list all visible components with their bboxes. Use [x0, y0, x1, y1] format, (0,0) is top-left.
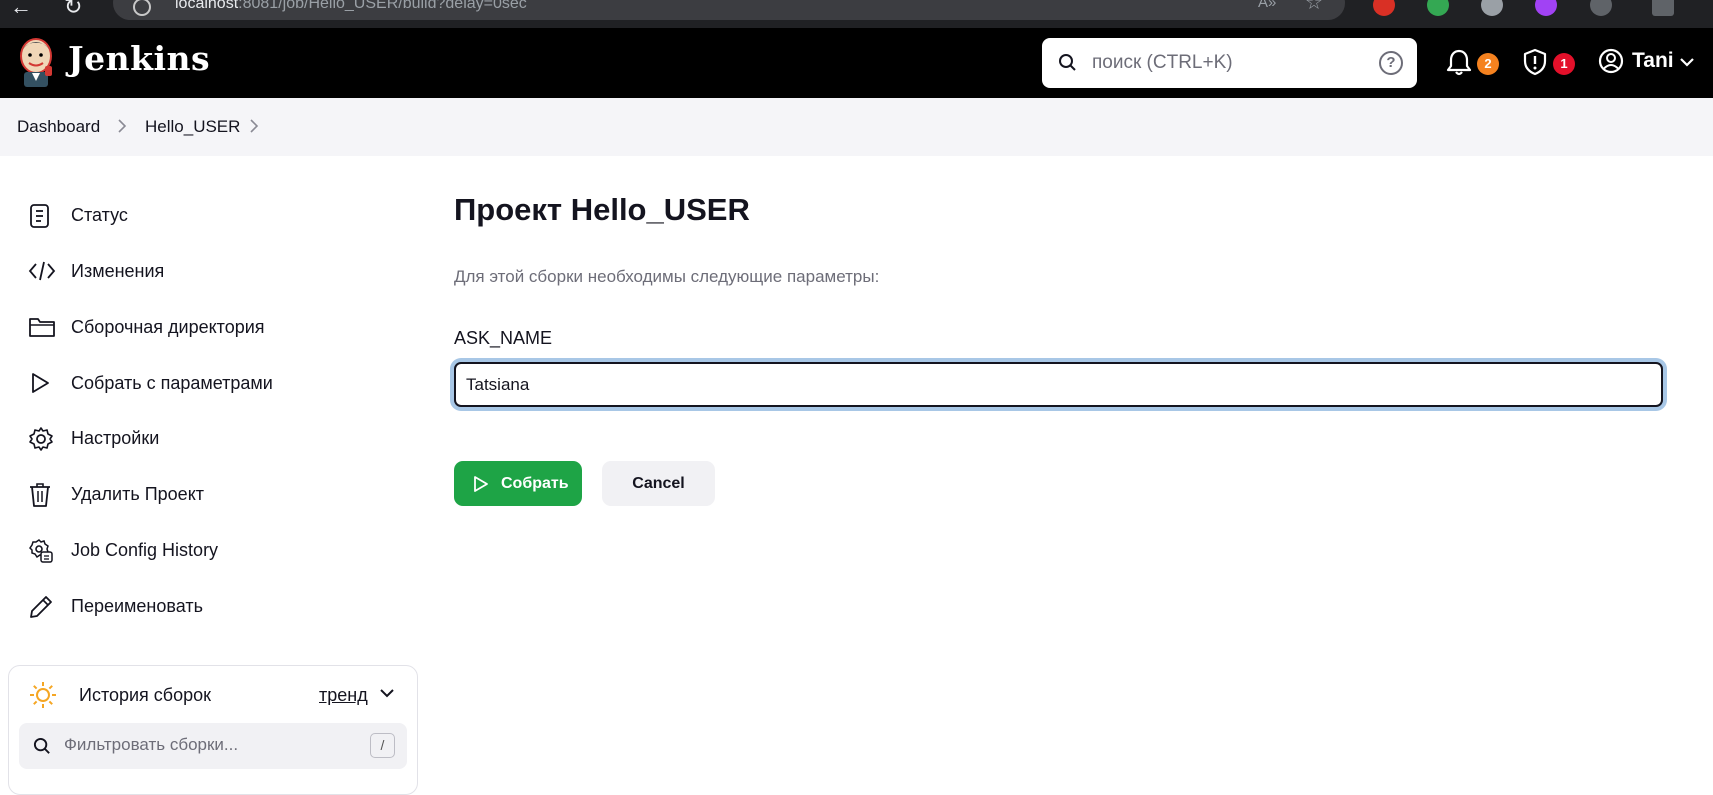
chevron-down-icon[interactable]	[1679, 57, 1695, 67]
breadcrumb: Dashboard Hello_USER	[0, 98, 1713, 156]
sidebar-item-label: Настройки	[71, 428, 160, 448]
trash-icon	[30, 483, 50, 507]
sidebar-item-changes[interactable]: Изменения	[28, 251, 408, 291]
play-icon	[32, 373, 49, 393]
sidebar-item-label: Статус	[71, 205, 128, 225]
extension-red-icon[interactable]	[1373, 0, 1395, 16]
extension-purple-icon[interactable]	[1535, 0, 1557, 16]
notifications-badge: 2	[1477, 53, 1499, 75]
keyboard-shortcut-hint: /	[370, 733, 395, 758]
help-icon[interactable]: ?	[1379, 51, 1403, 75]
sidebar-item-settings[interactable]: Настройки	[28, 418, 408, 458]
gear-icon	[29, 427, 53, 451]
sidebar-item-label: Удалить Проект	[71, 484, 205, 504]
extension-green-shield-icon[interactable]	[1427, 0, 1449, 16]
browser-toolbar: ← ↻ localhost:8081/job/Hello_USER/build?…	[0, 0, 1713, 28]
sidebar-item-label: Изменения	[71, 261, 165, 281]
sidebar-item-label: Job Config History	[71, 540, 219, 560]
build-filter[interactable]: /	[19, 723, 407, 769]
brand-name[interactable]: Jenkins	[68, 39, 210, 78]
chevron-down-icon[interactable]	[379, 688, 395, 698]
search-input[interactable]	[1092, 50, 1362, 76]
jenkins-logo-icon[interactable]	[16, 36, 56, 88]
parameter-name-label: ASK_NAME	[454, 328, 553, 348]
user-avatar-icon[interactable]	[1598, 48, 1624, 74]
sidebar-item-workspace[interactable]: Сборочная директория	[28, 307, 408, 347]
build-filter-input[interactable]	[64, 735, 344, 755]
security-shield-icon[interactable]	[1522, 48, 1548, 76]
read-aloud-icon[interactable]: A»	[1258, 0, 1276, 11]
security-badge: 1	[1553, 53, 1575, 75]
sidebar-item-label: Сборочная директория	[71, 317, 265, 337]
split-screen-icon[interactable]	[1652, 0, 1674, 16]
sidebar-item-job-config-history[interactable]: Job Config History	[28, 530, 408, 570]
config-history-icon	[29, 539, 53, 563]
pencil-icon	[30, 596, 52, 618]
build-button[interactable]: Собрать	[454, 461, 582, 506]
favorite-star-icon[interactable]: ☆	[1305, 0, 1323, 15]
sidebar-item-status[interactable]: Статус	[28, 195, 408, 235]
page-title: Проект Hello_USER	[454, 192, 750, 227]
extensions-puzzle-icon[interactable]	[1590, 0, 1612, 16]
sidebar-item-rename[interactable]: Переименовать	[28, 586, 408, 626]
reload-icon[interactable]: ↻	[64, 0, 82, 20]
ask-name-input[interactable]	[454, 362, 1663, 407]
notifications-bell-icon[interactable]	[1446, 48, 1472, 76]
url-text: localhost:8081/job/Hello_USER/build?dela…	[175, 0, 527, 12]
cancel-button-label: Cancel	[632, 475, 685, 492]
address-bar[interactable]: localhost:8081/job/Hello_USER/build?dela…	[113, 0, 1345, 20]
parameters-description: Для этой сборки необходимы следующие пар…	[454, 267, 880, 286]
build-button-label: Собрать	[501, 475, 569, 492]
cancel-button[interactable]: Cancel	[602, 461, 715, 506]
user-name[interactable]: Tani	[1632, 49, 1674, 73]
chevron-right-icon	[118, 119, 127, 133]
search-icon	[33, 737, 50, 754]
folder-icon	[29, 318, 55, 337]
breadcrumb-dashboard[interactable]: Dashboard	[17, 117, 100, 137]
status-icon	[30, 204, 49, 228]
extension-shield-icon[interactable]	[1481, 0, 1503, 16]
breadcrumb-hello-user[interactable]: Hello_USER	[145, 117, 240, 137]
sidebar-item-label: Переименовать	[71, 596, 203, 616]
build-history-title: История сборок	[79, 685, 212, 705]
back-icon[interactable]: ←	[10, 0, 32, 20]
chevron-right-icon[interactable]	[249, 118, 259, 134]
site-info-icon[interactable]	[133, 0, 151, 16]
sidebar-item-label: Собрать с параметрами	[71, 373, 273, 393]
sun-weather-icon	[30, 682, 56, 708]
search-icon	[1059, 54, 1076, 71]
play-icon	[474, 476, 488, 492]
trend-link[interactable]: тренд	[319, 685, 368, 706]
build-history-widget: История сборок тренд /	[8, 665, 418, 795]
sidebar-item-build-with-parameters[interactable]: Собрать с параметрами	[28, 363, 408, 403]
code-icon	[28, 261, 56, 281]
sidebar-item-delete-project[interactable]: Удалить Проект	[28, 474, 408, 514]
search-box[interactable]: ?	[1042, 38, 1417, 88]
jenkins-header: Jenkins ? 2 1 Tani	[0, 28, 1713, 98]
